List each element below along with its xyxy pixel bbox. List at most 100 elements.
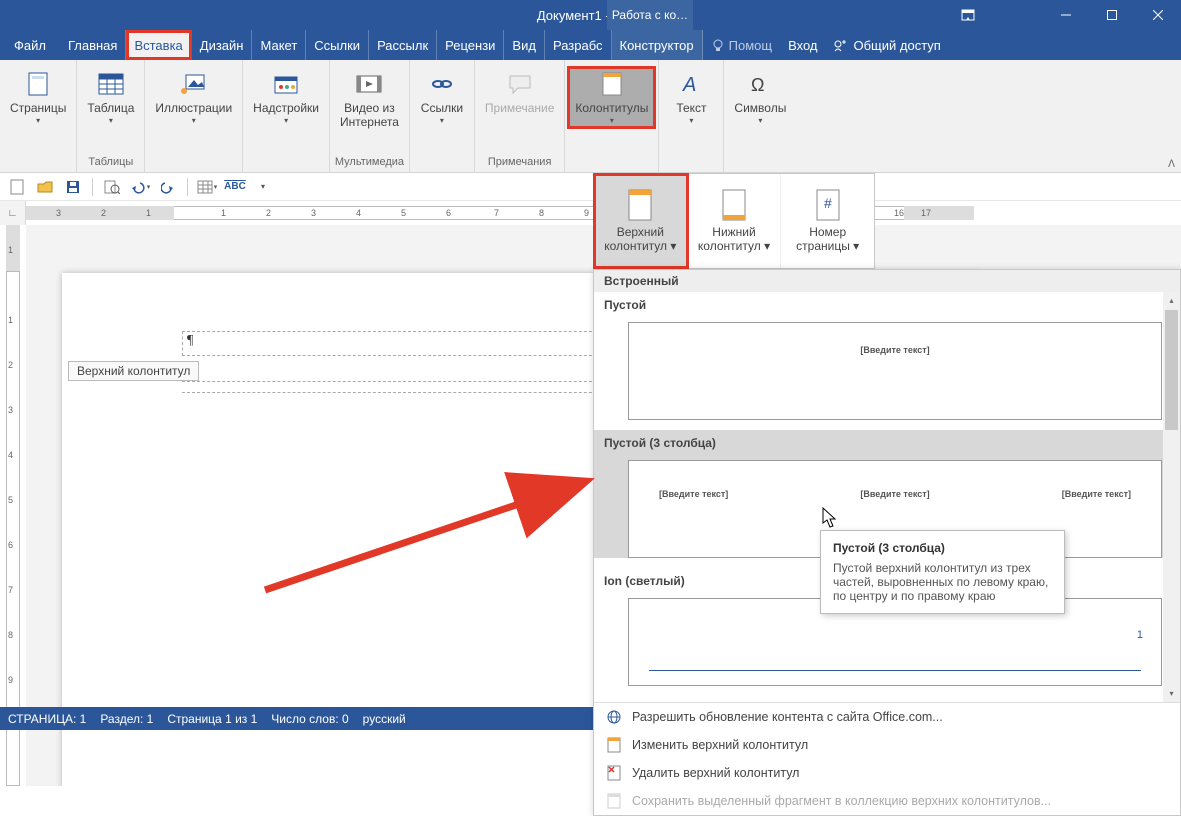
tooltip: Пустой (3 столбца) Пустой верхний колонт… bbox=[820, 530, 1065, 614]
preview-button[interactable] bbox=[99, 176, 125, 198]
cmd-edit-header[interactable]: Изменить верхний колонтитул bbox=[594, 731, 1180, 759]
svg-text:A: A bbox=[682, 74, 696, 95]
table-qat-button[interactable]: ▾ bbox=[194, 176, 220, 198]
svg-text:Ω: Ω bbox=[751, 75, 764, 95]
tables-group-label: Таблицы bbox=[88, 156, 133, 170]
tab-file[interactable]: Файл bbox=[0, 30, 60, 60]
paragraph-mark: ¶ bbox=[187, 333, 193, 349]
close-button[interactable] bbox=[1135, 0, 1181, 30]
scroll-up-icon[interactable]: ▴ bbox=[1163, 292, 1180, 309]
tab-design[interactable]: Дизайн bbox=[192, 30, 253, 60]
annotation-arrow bbox=[255, 470, 595, 600]
status-page[interactable]: СТРАНИЦА: 1 bbox=[8, 712, 86, 726]
comment-button: Примечание bbox=[479, 68, 560, 118]
tab-insert[interactable]: Вставка bbox=[126, 30, 191, 60]
gallery-builtin-heading: Встроенный bbox=[594, 270, 1180, 292]
tell-me[interactable]: Помощ bbox=[703, 30, 780, 60]
contextual-tab-label: Работа с ко… bbox=[607, 0, 693, 30]
footer-dropdown[interactable]: Нижний колонтитул ▾ bbox=[688, 174, 782, 268]
tooltip-body: Пустой верхний колонтитул из трех частей… bbox=[833, 561, 1052, 603]
minimize-button[interactable] bbox=[1043, 0, 1089, 30]
pages-button[interactable]: Страницы▾ bbox=[4, 68, 72, 127]
page-number-icon: # bbox=[814, 188, 842, 224]
tab-home[interactable]: Главная bbox=[60, 30, 126, 60]
table-icon bbox=[97, 70, 125, 98]
illustrations-button[interactable]: Иллюстрации▾ bbox=[149, 68, 238, 127]
text-icon: A bbox=[677, 70, 705, 98]
status-section[interactable]: Раздел: 1 bbox=[100, 712, 153, 726]
pages-icon bbox=[24, 70, 52, 98]
header-zone-dashes bbox=[182, 381, 622, 393]
vertical-ruler[interactable]: 1123456789 bbox=[0, 225, 26, 786]
save-selection-icon bbox=[606, 793, 622, 809]
text-button[interactable]: A Текст▾ bbox=[663, 68, 719, 127]
table-button[interactable]: Таблица▾ bbox=[81, 68, 140, 127]
status-lang[interactable]: русский bbox=[363, 712, 406, 726]
remove-header-icon bbox=[606, 765, 622, 781]
tell-me-label: Помощ bbox=[729, 38, 772, 53]
open-button[interactable] bbox=[32, 176, 58, 198]
links-button[interactable]: Ссылки▾ bbox=[414, 68, 470, 127]
quick-access-toolbar: ▾ ▾ ABC ▾ bbox=[0, 173, 1181, 201]
redo-button[interactable] bbox=[155, 176, 181, 198]
gallery-item-blank[interactable]: Пустой [Введите текст] bbox=[594, 292, 1180, 420]
illustrations-icon bbox=[180, 70, 208, 98]
new-doc-button[interactable] bbox=[4, 176, 30, 198]
tab-selector[interactable]: ∟ bbox=[0, 201, 26, 225]
header-dropdown[interactable]: Верхний колонтитул ▾ bbox=[594, 174, 688, 268]
maximize-button[interactable] bbox=[1089, 0, 1135, 30]
page-number-dropdown[interactable]: # Номер страницы ▾ bbox=[781, 174, 874, 268]
omega-icon: Ω bbox=[746, 70, 774, 98]
tab-layout[interactable]: Макет bbox=[252, 30, 306, 60]
bulb-icon bbox=[711, 38, 725, 52]
header-footer-button[interactable]: Колонтитулы▾ bbox=[569, 68, 654, 127]
svg-text:#: # bbox=[824, 195, 832, 211]
tab-references[interactable]: Ссылки bbox=[306, 30, 369, 60]
scroll-down-icon[interactable]: ▾ bbox=[1163, 685, 1180, 702]
share-label: Общий доступ bbox=[853, 38, 940, 53]
status-words[interactable]: Число слов: 0 bbox=[271, 712, 348, 726]
cmd-save-selection: Сохранить выделенный фрагмент в коллекци… bbox=[594, 787, 1180, 815]
comments-group-label: Примечания bbox=[488, 156, 552, 170]
comment-icon bbox=[506, 70, 534, 98]
tab-view[interactable]: Вид bbox=[504, 30, 545, 60]
undo-button[interactable]: ▾ bbox=[127, 176, 153, 198]
save-button[interactable] bbox=[60, 176, 86, 198]
gallery-footer: Разрешить обновление контента с сайта Of… bbox=[594, 702, 1180, 815]
tooltip-title: Пустой (3 столбца) bbox=[833, 541, 1052, 555]
header-label-tab: Верхний колонтитул bbox=[68, 361, 199, 381]
addins-button[interactable]: Надстройки▾ bbox=[247, 68, 325, 127]
video-icon bbox=[355, 70, 383, 98]
symbols-button[interactable]: Ω Символы▾ bbox=[728, 68, 792, 127]
qat-customize[interactable]: ▾ bbox=[250, 176, 276, 198]
header-footer-split-buttons: Верхний колонтитул ▾ Нижний колонтитул ▾… bbox=[593, 173, 875, 269]
page-header-icon bbox=[626, 188, 654, 224]
status-bar: СТРАНИЦА: 1 Раздел: 1 Страница 1 из 1 Чи… bbox=[0, 707, 596, 730]
header-footer-icon bbox=[598, 70, 626, 98]
tab-developer[interactable]: Разрабс bbox=[545, 30, 612, 60]
status-pageof[interactable]: Страница 1 из 1 bbox=[167, 712, 257, 726]
gallery-item-ion-dark[interactable]: Ion (темный) bbox=[594, 696, 1180, 702]
share-button[interactable]: Общий доступ bbox=[825, 30, 948, 60]
share-icon bbox=[833, 38, 847, 52]
collapse-ribbon-icon[interactable]: ᐱ bbox=[1168, 159, 1175, 170]
addins-icon bbox=[272, 70, 300, 98]
ribbon-tabs: Файл Главная Вставка Дизайн Макет Ссылки… bbox=[0, 30, 1181, 60]
online-video-button[interactable]: Видео из Интернета bbox=[334, 68, 405, 132]
cmd-update-office[interactable]: Разрешить обновление контента с сайта Of… bbox=[594, 703, 1180, 731]
tab-review[interactable]: Рецензи bbox=[437, 30, 504, 60]
cmd-remove-header[interactable]: Удалить верхний колонтитул bbox=[594, 759, 1180, 787]
ribbon-display-options-icon[interactable] bbox=[945, 0, 991, 30]
media-group-label: Мультимедиа bbox=[335, 156, 404, 170]
tab-mailings[interactable]: Рассылк bbox=[369, 30, 437, 60]
gallery-scrollbar[interactable]: ▴ ▾ bbox=[1163, 292, 1180, 702]
scrollbar-thumb[interactable] bbox=[1165, 310, 1178, 430]
header-edit-zone[interactable] bbox=[182, 331, 622, 356]
page-footer-icon bbox=[720, 188, 748, 224]
globe-icon bbox=[606, 709, 622, 725]
edit-header-icon bbox=[606, 737, 622, 753]
mouse-cursor-icon bbox=[822, 507, 838, 529]
spelling-button[interactable]: ABC bbox=[222, 176, 248, 198]
tab-designer[interactable]: Конструктор bbox=[612, 30, 703, 60]
sign-in[interactable]: Вход bbox=[780, 30, 825, 60]
